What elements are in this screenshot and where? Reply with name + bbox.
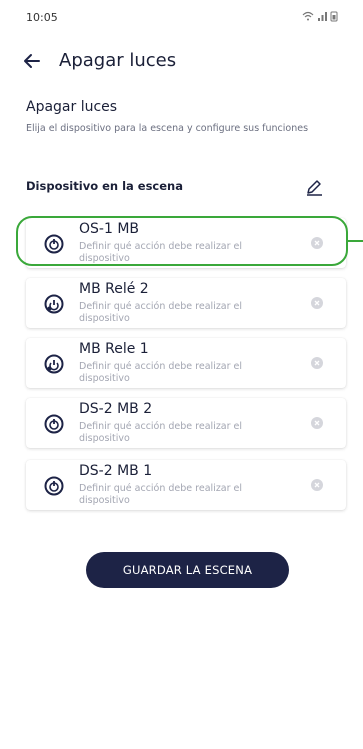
clear-icon[interactable] — [311, 297, 323, 309]
battery-icon — [330, 11, 338, 22]
clear-icon[interactable] — [311, 357, 323, 369]
device-name: DS-2 MB 1 — [79, 463, 153, 479]
device-card-ds-2-mb-2[interactable]: DS-2 MB 2 Definir qué acción debe realiz… — [26, 398, 346, 448]
page-title: Apagar luces — [59, 50, 177, 71]
wifi-icon — [302, 11, 314, 21]
clear-icon[interactable] — [311, 417, 323, 429]
power-icon — [44, 476, 64, 496]
device-name: MB Relé 2 — [79, 281, 149, 297]
device-name: MB Rele 1 — [79, 341, 149, 357]
section-title: Apagar luces — [26, 99, 118, 115]
status-bar: 10:05 — [0, 0, 363, 26]
device-description: Definir qué acción debe realizar el disp… — [79, 361, 243, 384]
device-card-mb-rele-2[interactable]: MB Relé 2 Definir qué acción debe realiz… — [26, 278, 346, 328]
section-description: Elija el dispositivo para la escena y co… — [26, 123, 309, 134]
status-icons — [302, 11, 338, 22]
signal-icon — [318, 12, 327, 21]
device-name: DS-2 MB 2 — [79, 401, 153, 417]
edit-icon[interactable] — [304, 176, 324, 196]
device-card-ds-2-mb-1[interactable]: DS-2 MB 1 Definir qué acción debe realiz… — [26, 460, 346, 510]
relay-power-icon — [44, 354, 64, 374]
relay-power-icon — [44, 294, 64, 314]
device-description: Definir qué acción debe realizar el disp… — [79, 301, 243, 324]
devices-header: Dispositivo en la escena — [26, 179, 183, 193]
device-description: Definir qué acción debe realizar el disp… — [79, 421, 243, 444]
highlight-outline — [16, 216, 348, 266]
device-card-mb-rele-1[interactable]: MB Rele 1 Definir qué acción debe realiz… — [26, 338, 346, 388]
status-time: 10:05 — [26, 11, 58, 24]
clear-icon[interactable] — [311, 479, 323, 491]
save-scene-button[interactable]: GUARDAR LA ESCENA — [86, 552, 289, 588]
highlight-pointer-line — [348, 240, 363, 242]
power-icon — [44, 414, 64, 434]
back-arrow-icon[interactable] — [22, 51, 42, 71]
device-description: Definir qué acción debe realizar el disp… — [79, 483, 243, 506]
